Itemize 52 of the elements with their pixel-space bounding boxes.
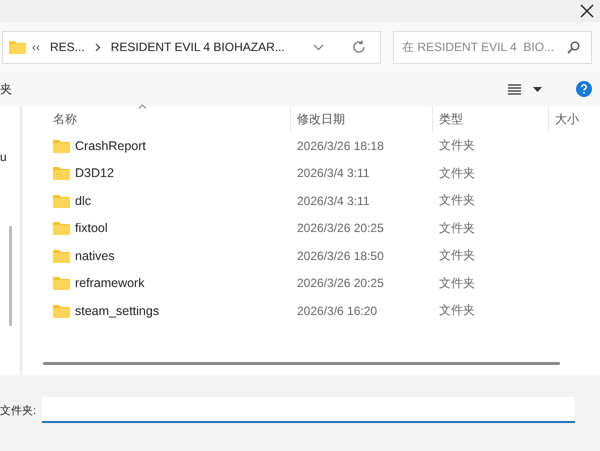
file-name[interactable]: D3D12	[75, 166, 114, 180]
list-view-icon[interactable]	[508, 84, 521, 94]
file-name[interactable]: fixtool	[75, 221, 108, 236]
chevron-right-icon	[94, 42, 101, 52]
file-name[interactable]: dlc	[75, 194, 91, 208]
file-name[interactable]: CrashReport	[75, 138, 146, 153]
file-type: 文件夹	[439, 192, 475, 210]
folder-icon	[53, 304, 70, 318]
overflow-chevron[interactable]: ‹‹	[32, 40, 40, 54]
breadcrumb[interactable]: RES...	[50, 40, 85, 54]
folder-field[interactable]	[42, 397, 575, 423]
file-type: 文件夹	[439, 274, 475, 292]
breadcrumb[interactable]: RESIDENT EVIL 4 BIOHAZAR...	[110, 40, 285, 54]
dropdown-chevron-icon[interactable]	[313, 44, 324, 50]
modified-date: 2026/3/26 20:25	[297, 276, 384, 290]
file-name[interactable]: natives	[75, 248, 115, 263]
toolbar-label: 夹	[0, 80, 12, 98]
folder-icon	[53, 138, 70, 153]
modified-date: 2026/3/26 18:18	[297, 138, 384, 153]
nav-item[interactable]: u	[0, 150, 7, 164]
column-header[interactable]: 大小	[549, 106, 600, 132]
modified-date: 2026/3/26 18:50	[297, 248, 384, 263]
column-header[interactable]: 类型	[433, 106, 549, 132]
refresh-icon[interactable]	[352, 40, 366, 54]
file-type: 文件夹	[439, 164, 475, 182]
folder-icon	[9, 40, 26, 54]
folder-icon	[53, 276, 70, 290]
scrollbar[interactable]	[43, 362, 560, 365]
field-label: 文件夹:	[0, 404, 36, 418]
modified-date: 2026/3/6 16:20	[297, 304, 378, 318]
close-icon[interactable]	[580, 4, 594, 18]
column-header[interactable]: 修改日期	[291, 106, 433, 132]
modified-date: 2026/3/26 20:25	[297, 221, 384, 236]
modified-date: 2026/3/4 3:11	[297, 166, 370, 180]
modified-date: 2026/3/4 3:11	[297, 194, 370, 208]
dropdown-caret-icon[interactable]	[533, 86, 542, 92]
search-field[interactable]: 在 RESIDENT EVIL 4 BIO...	[393, 30, 592, 64]
help-icon[interactable]	[576, 81, 592, 97]
file-name[interactable]: reframework	[75, 276, 144, 290]
search-icon[interactable]	[567, 40, 580, 54]
file-type: 文件夹	[439, 247, 475, 264]
scrollbar[interactable]	[9, 226, 12, 326]
column-header[interactable]: 名称	[23, 106, 291, 132]
address-bar[interactable]: ‹‹ RES... RESIDENT EVIL 4 BIOHAZAR...	[2, 30, 381, 64]
folder-icon	[53, 221, 70, 236]
folder-icon	[53, 166, 70, 180]
file-type: 文件夹	[439, 302, 475, 320]
folder-icon	[53, 248, 70, 263]
file-type: 文件夹	[439, 137, 475, 154]
file-name[interactable]: steam_settings	[75, 304, 160, 318]
folder-icon	[53, 194, 70, 208]
file-type: 文件夹	[439, 220, 475, 237]
